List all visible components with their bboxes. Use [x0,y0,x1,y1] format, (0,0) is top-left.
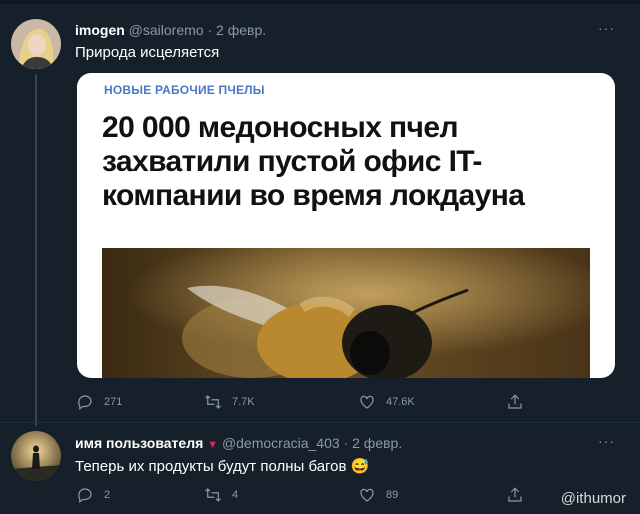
reply-count: 2 [104,489,111,501]
tweet-2[interactable]: имя пользователя ▼ @democracia_403 · 2 ф… [0,422,640,514]
reply-icon [78,395,92,410]
badge-icon: ▼ [207,439,219,451]
display-name[interactable]: имя пользователя [75,435,203,451]
tweet-date[interactable]: 2 февр. [216,22,266,38]
tweet-text: Теперь их продукты будут полны багов 😅 [75,457,369,475]
tweet-text: Природа исцеляется [75,44,220,61]
retweet-count: 7.7K [232,396,255,408]
tweet-date[interactable]: 2 февр. [352,435,402,451]
tweet-header: imogen @sailoremo · 2 февр. [75,22,266,38]
tweet-1[interactable]: imogen @sailoremo · 2 февр. ··· Природа … [0,0,640,426]
reply-action[interactable]: 2 [76,486,110,504]
more-options-icon[interactable]: ··· [598,433,615,449]
watermark: @ithumor [560,490,626,507]
reply-action[interactable]: 271 [76,393,122,411]
retweet-icon [205,488,221,502]
user-handle[interactable]: @sailoremo [129,22,204,38]
user-handle[interactable]: @democracia_403 [222,435,340,451]
separator-dot: · [343,435,349,451]
tweet-header: имя пользователя ▼ @democracia_403 · 2 ф… [75,435,402,451]
separator-dot: · [207,22,213,38]
reply-icon [78,488,92,503]
like-count: 47.6K [386,396,415,408]
sweat-smile-emoji-icon: 😅 [350,458,370,475]
share-icon [508,487,522,502]
retweet-action[interactable]: 7.7K [204,393,255,411]
like-action[interactable]: 47.6K [358,393,415,411]
like-action[interactable]: 89 [358,486,398,504]
retweet-action[interactable]: 4 [204,486,238,504]
heart-icon [360,395,374,409]
bee-photo [102,248,590,378]
card-kicker: НОВЫЕ РАБОЧИЕ ПЧЕЛЫ [104,83,265,97]
display-name[interactable]: imogen [75,22,125,38]
share-icon [508,394,522,409]
retweet-icon [205,395,221,409]
thread-line [35,74,37,426]
tweet-text-content: Теперь их продукты будут полны багов [75,458,347,475]
share-action[interactable] [506,393,534,411]
avatar[interactable] [11,431,61,481]
retweet-count: 4 [232,489,239,501]
media-card[interactable]: НОВЫЕ РАБОЧИЕ ПЧЕЛЫ 20 000 медоносных пч… [77,73,615,378]
more-options-icon[interactable]: ··· [598,20,615,36]
card-headline: 20 000 медоносных пчел захватили пустой … [102,111,525,212]
avatar[interactable] [11,19,61,69]
like-count: 89 [386,489,399,501]
share-action[interactable] [506,486,534,504]
heart-icon [360,488,374,502]
reply-count: 271 [104,396,123,408]
